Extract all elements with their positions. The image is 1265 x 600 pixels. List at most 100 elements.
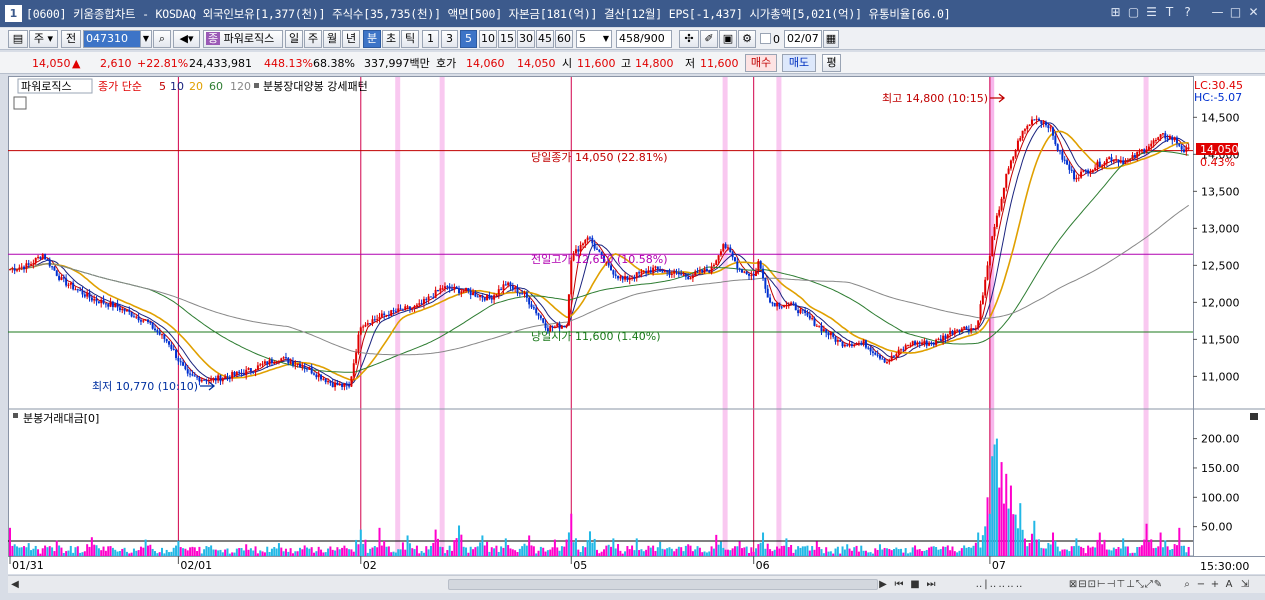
last-page-icon[interactable]: ⏭: [924, 577, 938, 592]
candle: [979, 304, 982, 321]
minimize-icon[interactable]: —: [1210, 5, 1225, 20]
grid-icon[interactable]: ⊞: [1108, 5, 1123, 20]
volume-bar: [1037, 539, 1040, 556]
volume-bar: [334, 550, 337, 556]
zoom-out-icon[interactable]: −: [1194, 577, 1208, 592]
minute-60[interactable]: 60: [555, 30, 573, 48]
close-icon[interactable]: ✕: [1246, 5, 1261, 20]
layout-icon[interactable]: ▤: [8, 30, 28, 48]
search-icon[interactable]: ⌕: [153, 30, 171, 48]
volume-bar: [256, 553, 259, 556]
code-dropdown-icon[interactable]: ▼: [140, 30, 152, 48]
candle: [144, 319, 147, 321]
stock-code-input[interactable]: 047310: [83, 30, 141, 48]
market-select[interactable]: 주 ▾: [29, 30, 58, 48]
candle: [977, 320, 980, 328]
volume-bar: [338, 549, 341, 556]
volume-bar: [324, 552, 327, 556]
period-week[interactable]: 주: [304, 30, 322, 48]
candle: [13, 268, 16, 271]
volume-bar: [710, 546, 713, 556]
minute-10[interactable]: 10: [479, 30, 497, 48]
settings-icon[interactable]: ⚙: [738, 30, 756, 48]
chart-scrollbar[interactable]: ◀ ▶ ⏮ ■ ⏭ ‥|‥‥‥‥ ⊠⊟⊡⊢⊣⊤⊥⤡⤢✎ ⌕ − + A ⇲: [8, 575, 1265, 593]
count-select[interactable]: 5 ▼: [576, 30, 612, 48]
candle: [836, 340, 839, 342]
window-icon[interactable]: ▢: [1126, 5, 1141, 20]
panel-close-icon[interactable]: [1250, 413, 1258, 420]
period-tick[interactable]: 틱: [401, 30, 419, 48]
scroll-right-icon[interactable]: ▶: [876, 577, 890, 592]
candle: [11, 268, 14, 270]
volume-bar: [733, 546, 736, 556]
chart-area[interactable]: 14,50014,00013,50013,00012,50012,00011,5…: [8, 76, 1265, 574]
volume-bar: [44, 545, 47, 556]
zoom-slider-icon[interactable]: ‥|‥‥‥‥: [950, 577, 1050, 592]
volume-bar: [907, 553, 910, 556]
candle: [479, 295, 482, 297]
candle: [210, 378, 213, 381]
sell-button[interactable]: 매도: [782, 54, 816, 72]
auto-scale-icon[interactable]: A: [1222, 577, 1236, 592]
minute-15[interactable]: 15: [498, 30, 516, 48]
minute-3[interactable]: 3: [441, 30, 458, 48]
volume-bar: [532, 546, 535, 556]
volume-bar: [794, 549, 797, 556]
period-day[interactable]: 일: [285, 30, 303, 48]
volume-bar: [235, 548, 238, 556]
draw-icon[interactable]: ✐: [700, 30, 718, 48]
period-year[interactable]: 년: [342, 30, 360, 48]
volume-bar: [1119, 548, 1122, 556]
menu-icon[interactable]: ☰: [1144, 5, 1159, 20]
audio-icon[interactable]: ◀▾: [173, 30, 200, 48]
table-icon[interactable]: [13, 96, 27, 110]
price-chart[interactable]: 14,50014,00013,50013,00012,50012,00011,5…: [8, 76, 1265, 574]
period-second[interactable]: 초: [382, 30, 400, 48]
candle: [378, 316, 381, 319]
save-icon[interactable]: ▣: [719, 30, 737, 48]
volume-bar: [397, 549, 400, 556]
help-icon[interactable]: ?: [1180, 5, 1195, 20]
maximize-icon[interactable]: □: [1228, 5, 1243, 20]
volume-bar: [383, 540, 386, 556]
crosshair-icon[interactable]: ✣: [679, 30, 699, 48]
candle: [1023, 129, 1026, 131]
candle: [315, 374, 318, 378]
first-page-icon[interactable]: ⏮: [892, 577, 906, 592]
stop-icon[interactable]: ■: [908, 577, 922, 592]
zoom-search-icon[interactable]: ⌕: [1180, 577, 1194, 592]
candle: [1101, 165, 1104, 167]
page-count-field[interactable]: 458/900: [616, 30, 672, 48]
minute-45[interactable]: 45: [536, 30, 554, 48]
window-number-badge[interactable]: 1: [5, 5, 22, 22]
avg-button[interactable]: 평: [822, 54, 841, 72]
date-input[interactable]: 02/07: [784, 30, 822, 48]
prev-button[interactable]: 전: [61, 30, 81, 48]
volume-bar: [1042, 548, 1045, 556]
stock-name-field[interactable]: 종 파워로직스: [203, 30, 283, 48]
minute-30[interactable]: 30: [517, 30, 535, 48]
volume-bar: [1023, 538, 1026, 556]
minute-5[interactable]: 5: [460, 30, 477, 48]
candle: [745, 271, 748, 275]
calendar-icon[interactable]: ▦: [823, 30, 839, 48]
period-month[interactable]: 월: [323, 30, 341, 48]
volume-bar: [890, 550, 893, 556]
buy-button[interactable]: 매수: [745, 54, 777, 72]
volume-bar: [537, 550, 540, 556]
volume-bar: [486, 541, 489, 556]
drawing-tools-icon[interactable]: ⊠⊟⊡⊢⊣⊤⊥⤡⤢✎: [1056, 577, 1176, 592]
candle: [773, 303, 776, 307]
scroll-thumb[interactable]: [448, 579, 878, 590]
volume-bar: [836, 546, 839, 556]
candle: [921, 343, 924, 345]
font-icon[interactable]: T: [1162, 5, 1177, 20]
minute-1[interactable]: 1: [422, 30, 439, 48]
fit-icon[interactable]: ⇲: [1238, 577, 1252, 592]
volume-bar: [755, 548, 758, 556]
period-minute[interactable]: 분: [363, 30, 381, 48]
checkbox[interactable]: [760, 33, 771, 44]
candle: [74, 289, 77, 291]
scroll-left-icon[interactable]: ◀: [8, 577, 22, 592]
zoom-in-icon[interactable]: +: [1208, 577, 1222, 592]
